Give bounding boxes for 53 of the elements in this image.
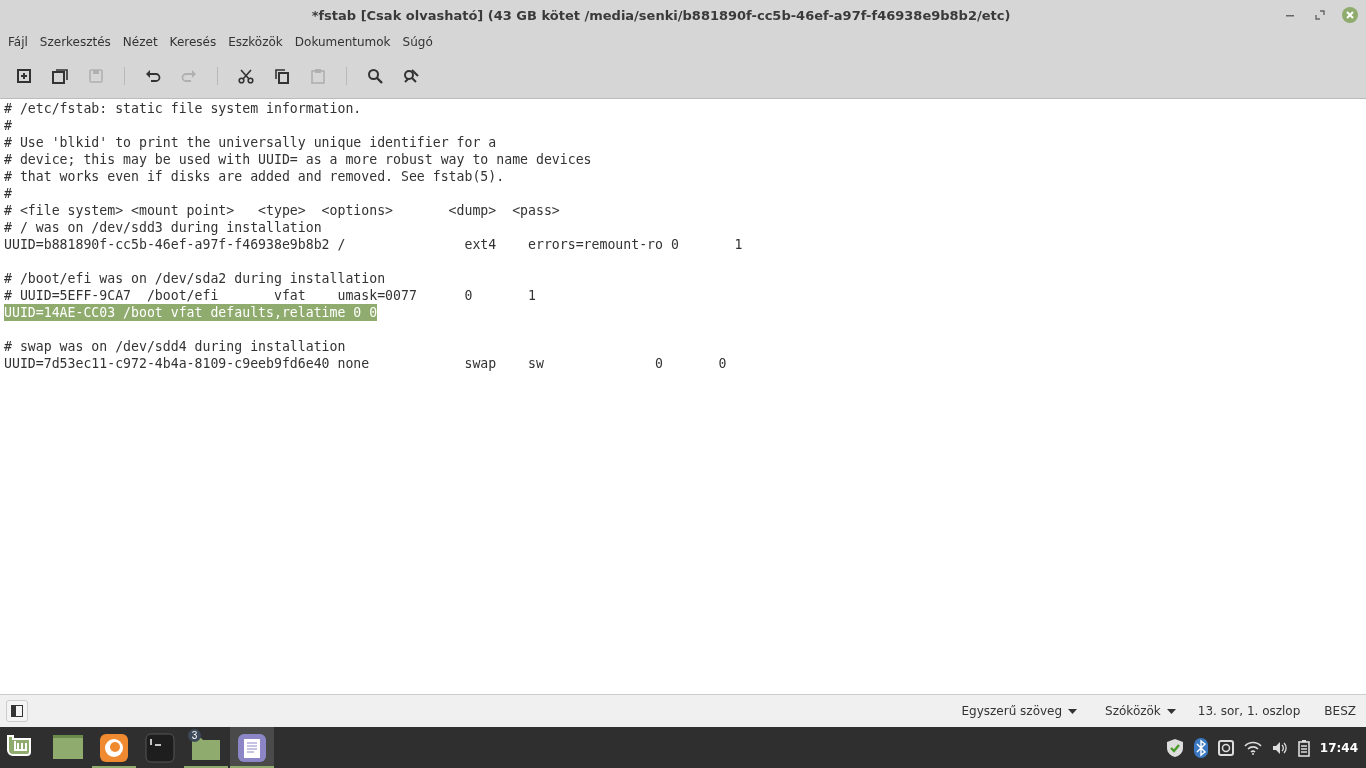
taskbar-launcher[interactable] — [230, 727, 274, 768]
code-line: # /boot/efi was on /dev/sda2 during installation — [4, 270, 386, 287]
side-panel-button[interactable] — [6, 700, 28, 722]
code-line: # — [4, 117, 12, 134]
menu-item[interactable]: Eszközök — [222, 32, 289, 52]
menu-item[interactable]: Nézet — [116, 32, 164, 52]
panel-icon — [11, 705, 23, 717]
code-line: UUID=7d53ec11-c972-4b4a-8109-c9eeb9fd6e40 none swap sw 0 0 — [4, 355, 727, 372]
menu-item[interactable]: Súgó — [396, 32, 439, 52]
clipboard-icon — [309, 67, 327, 85]
fox-browser-icon — [98, 731, 130, 764]
taskbar-launcher[interactable]: 3 — [184, 727, 228, 768]
shield-check-icon[interactable] — [1165, 737, 1184, 758]
menu-item[interactable]: Szerkesztés — [33, 32, 117, 52]
code-line: UUID=b881890f-cc5b-46ef-a97f-f46938e9b8b2 / ext4 errors=remount-ro 0 1 — [4, 236, 743, 253]
terminal-icon — [144, 731, 176, 764]
find-replace-icon — [402, 67, 420, 85]
copy-icon — [273, 67, 291, 85]
caret-icon — [1068, 708, 1078, 714]
language-dropdown[interactable]: Egyszerű szöveg — [955, 703, 1084, 719]
new-document-icon — [15, 67, 33, 85]
wifi-icon[interactable] — [1243, 740, 1262, 755]
code-line: # that works even if disks are added and removed. See fstab(5). — [4, 168, 505, 185]
cursor-position: 13. sor, 1. oszlop — [1197, 704, 1301, 718]
scissors-icon — [237, 67, 255, 85]
redo-icon — [180, 67, 198, 85]
code-line: # <file system> <mount point> <type> <options> <dump> <pass> — [4, 202, 560, 219]
clock[interactable]: 17:44 — [1319, 740, 1358, 755]
window-title: *fstab [Csak olvasható] (43 GB kötet /media/senki/b881890f-cc5b-46ef-a97f-f46938e9b8b2/etc) — [310, 7, 1012, 23]
close-icon — [1342, 7, 1358, 23]
code-line: # UUID=5EFF-9CA7 /boot/efi vfat umask=0077 0 1 — [4, 287, 536, 304]
drive-icon[interactable] — [1217, 739, 1234, 756]
count-badge: 3 — [188, 729, 201, 742]
indent-dropdown[interactable]: Szóközök — [1099, 703, 1182, 719]
code-line: # device; this may be used with UUID= as a more robust way to name devices — [4, 151, 592, 168]
battery-icon[interactable] — [1297, 738, 1310, 757]
search-icon — [366, 67, 384, 85]
bluetooth-icon[interactable] — [1193, 737, 1208, 758]
menu-item[interactable]: Fájl — [2, 32, 34, 52]
code-line: # Use 'blkid' to print the universally unique identifier for a — [4, 134, 497, 151]
code-line: # — [4, 185, 12, 202]
documents-icon — [51, 67, 69, 85]
menu-item[interactable]: Keresés — [163, 32, 223, 52]
maximize-icon — [1315, 10, 1325, 20]
code-line: # / was on /dev/sdd3 during installation — [4, 219, 322, 236]
speaker-icon[interactable] — [1271, 740, 1288, 755]
code-line: # /etc/fstab: static file system information. — [4, 100, 362, 117]
insert-mode: BESZ — [1324, 704, 1356, 718]
caret-icon — [1166, 708, 1176, 714]
text-editor-icon — [236, 731, 268, 764]
menu-item[interactable]: Dokumentumok — [288, 32, 397, 52]
code-line: # swap was on /dev/sdd4 during installation — [4, 338, 346, 355]
maximize-button[interactable] — [1312, 7, 1328, 23]
